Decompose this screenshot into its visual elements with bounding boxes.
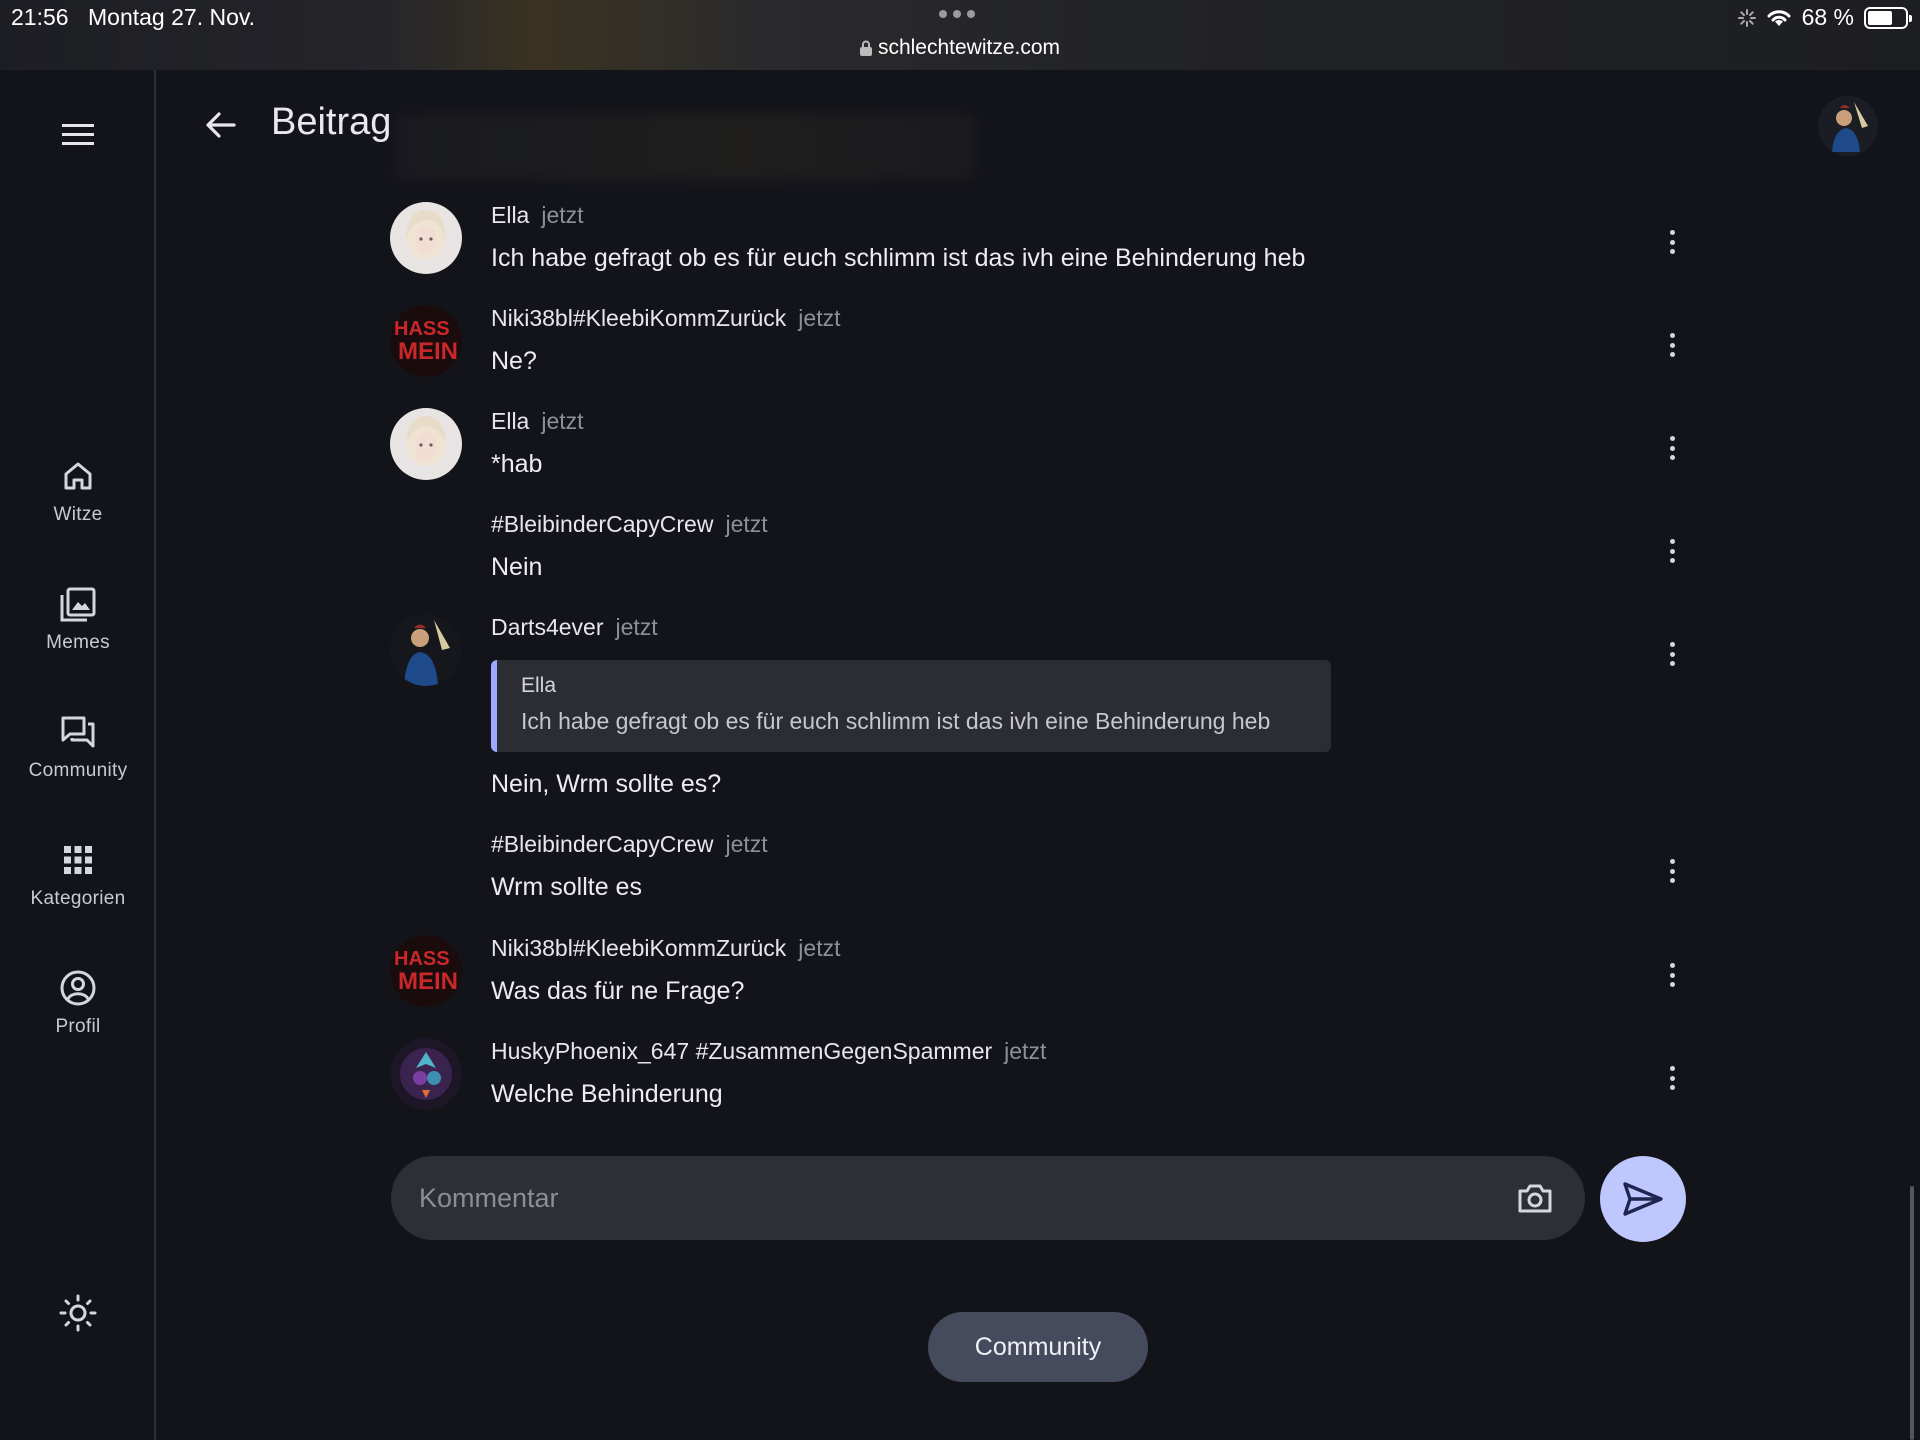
svg-text:HASS: HASS [394, 318, 450, 340]
side-navigation: Witze Memes Community Kategorien Profil [0, 70, 156, 1440]
avatar-husky[interactable] [390, 1038, 462, 1110]
scrollbar[interactable] [1910, 1186, 1914, 1440]
nav-item-community[interactable]: Community [0, 712, 156, 782]
comment-time: jetzt [541, 408, 584, 434]
more-vert-icon[interactable] [1662, 434, 1682, 462]
comment-input[interactable] [419, 1156, 1469, 1240]
comment-text: Was das für ne Frage? [491, 977, 745, 1005]
sun-icon[interactable] [58, 1293, 98, 1333]
husky-avatar-image [390, 1038, 462, 1110]
comment-text: Wrm sollte es [491, 873, 642, 901]
quote-text: Ich habe gefragt ob es für euch schlimm … [521, 708, 1271, 734]
comment-author[interactable]: #BleibinderCapyCrew [491, 511, 713, 537]
more-vert-icon[interactable] [1662, 857, 1682, 885]
comment-text: Ich habe gefragt ob es für euch schlimm … [491, 244, 1306, 272]
comment-author[interactable]: Niki38bl#KleebiKommZurück [491, 305, 786, 331]
svg-text:HASS: HASS [394, 948, 450, 970]
images-icon [60, 587, 96, 622]
more-vert-icon[interactable] [1662, 640, 1682, 668]
comment-time: jetzt [798, 305, 841, 331]
comment-composer [391, 1156, 1585, 1240]
darts-avatar-image [1818, 96, 1878, 156]
more-vert-icon[interactable] [1662, 228, 1682, 256]
browser-status-bar: 21:56 Montag 27. Nov. schlechtewitze.com… [0, 0, 1920, 70]
niki-avatar-image: HASSMEIN [390, 305, 462, 377]
ella-avatar-image [390, 202, 462, 274]
ella-avatar-image [390, 408, 462, 480]
comment-text: Nein [491, 553, 543, 581]
comment-author[interactable]: Ella [491, 202, 529, 228]
comment-time: jetzt [615, 614, 658, 640]
back-arrow-icon[interactable] [200, 104, 242, 146]
camera-icon[interactable] [1515, 1178, 1555, 1218]
comment-time: jetzt [798, 935, 841, 961]
avatar-ella[interactable] [390, 202, 462, 274]
nav-item-label: Profil [55, 1016, 101, 1037]
home-icon [64, 462, 92, 490]
date: Montag 27. Nov. [88, 4, 256, 30]
comment-author[interactable]: HuskyPhoenix_647 #ZusammenGegenSpammer [491, 1038, 992, 1064]
nav-item-memes[interactable]: Memes [0, 584, 156, 654]
svg-text:MEIN: MEIN [398, 338, 458, 365]
svg-text:MEIN: MEIN [398, 968, 458, 995]
loading-icon [1737, 8, 1756, 27]
wifi-icon [1767, 9, 1791, 26]
comment-time: jetzt [725, 831, 768, 857]
nav-item-witze[interactable]: Witze [0, 456, 156, 526]
clock: 21:56 [11, 4, 69, 30]
comment-time: jetzt [541, 202, 584, 228]
community-button[interactable]: Community [928, 1312, 1148, 1382]
comment-text: Ne? [491, 347, 537, 375]
darts-avatar-image [390, 614, 462, 686]
comment-text: *hab [491, 450, 543, 478]
hamburger-menu-icon[interactable] [56, 116, 100, 152]
comment-author[interactable]: #BleibinderCapyCrew [491, 831, 713, 857]
blurred-content-strip [395, 114, 975, 180]
more-vert-icon[interactable] [1662, 331, 1682, 359]
lock-icon [859, 40, 872, 56]
nav-item-profil[interactable]: Profil [0, 968, 156, 1038]
nav-item-label: Kategorien [30, 888, 126, 909]
avatar-niki[interactable]: HASS MEIN [390, 305, 462, 377]
comment-text: Nein, Wrm sollte es? [491, 770, 722, 798]
comment-time: jetzt [1004, 1038, 1047, 1064]
send-button[interactable] [1600, 1156, 1686, 1242]
user-avatar[interactable] [1818, 96, 1878, 156]
comment-text: Welche Behinderung [491, 1080, 723, 1108]
grid-icon [64, 846, 92, 874]
avatar-ella[interactable] [390, 408, 462, 480]
nav-item-label: Memes [46, 632, 110, 653]
avatar-darts[interactable] [390, 614, 462, 686]
send-icon [1623, 1182, 1663, 1216]
account-icon [60, 970, 96, 1006]
battery-icon [1864, 6, 1912, 29]
comment-author[interactable]: Niki38bl#KleebiKommZurück [491, 935, 786, 961]
niki-avatar-image: HASSMEIN [390, 935, 462, 1007]
chat-icon [61, 716, 95, 748]
nav-item-label: Witze [53, 504, 103, 525]
nav-item-label: Community [28, 760, 128, 781]
page-title: Beitrag [271, 101, 392, 143]
system-indicators: 68 % [1737, 4, 1912, 31]
quoted-comment[interactable]: Ella Ich habe gefragt ob es für euch sch… [491, 660, 1331, 752]
comment-author[interactable]: Ella [491, 408, 529, 434]
avatar-niki[interactable]: HASS MEIN [390, 935, 462, 1007]
more-vert-icon[interactable] [1662, 961, 1682, 989]
more-vert-icon[interactable] [1662, 1064, 1682, 1092]
battery-percent: 68 % [1801, 4, 1854, 30]
comment-author[interactable]: Darts4ever [491, 614, 603, 640]
more-vert-icon[interactable] [1662, 537, 1682, 565]
nav-item-kategorien[interactable]: Kategorien [0, 840, 156, 910]
url-text: schlechtewitze.com [877, 36, 1061, 59]
comment-time: jetzt [725, 511, 768, 537]
tab-options-icon[interactable] [939, 10, 975, 18]
address-bar[interactable]: schlechtewitze.com [0, 36, 1920, 60]
quote-author: Ella [521, 674, 557, 697]
